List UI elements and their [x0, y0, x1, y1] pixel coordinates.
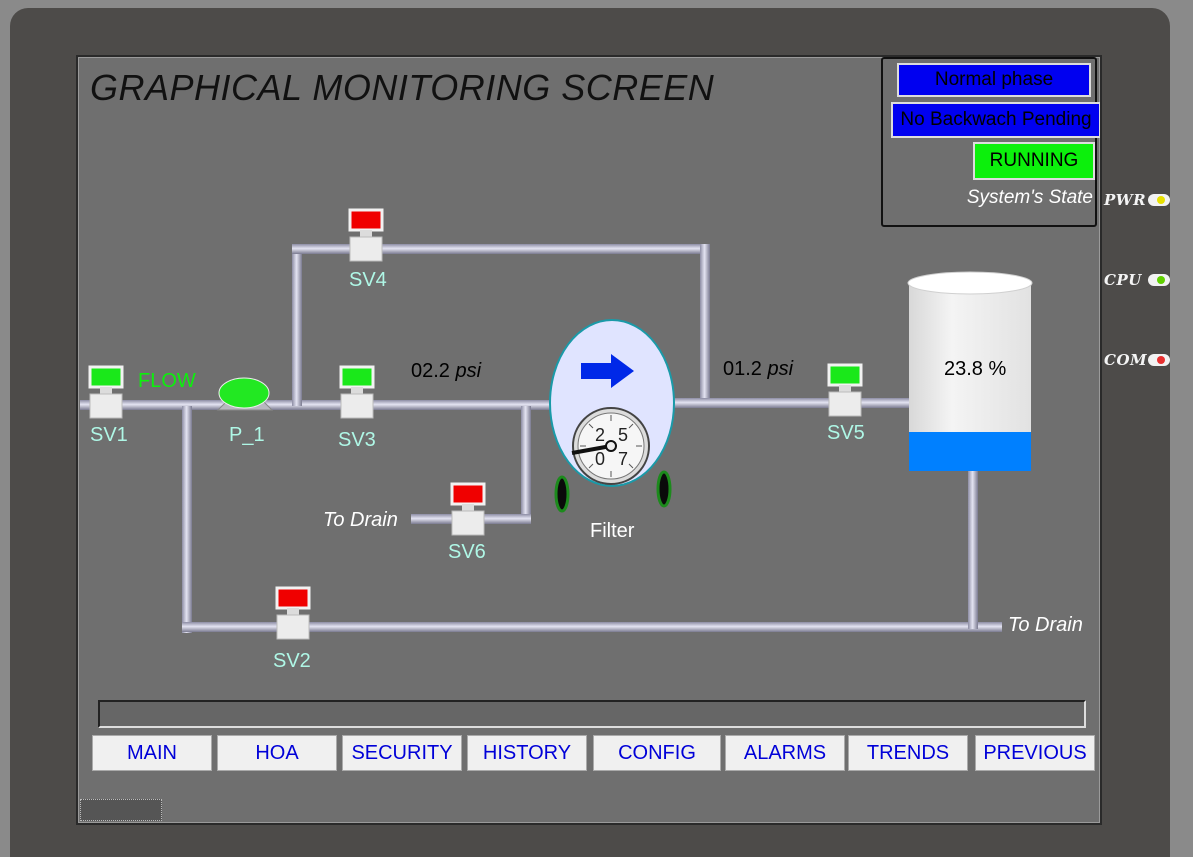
- hmi-screen: GRAPHICAL MONITORING SCREEN Normal phase…: [76, 55, 1102, 825]
- drain-label-sv6: To Drain: [323, 509, 398, 531]
- valve-label-sv6: SV6: [448, 541, 486, 563]
- outlet-pressure-value: 01.2: [723, 358, 762, 380]
- nav-hoa-button[interactable]: HOA: [217, 735, 337, 771]
- pwr-indicator-label: PWR: [1104, 191, 1147, 209]
- valve-sv5[interactable]: [827, 363, 863, 417]
- filter-label: Filter: [590, 520, 635, 542]
- valve-label-sv5: SV5: [827, 422, 865, 444]
- pump-icon[interactable]: [216, 377, 274, 411]
- inlet-pressure-unit: psi: [455, 360, 482, 382]
- tank-level-fill: [909, 432, 1031, 471]
- outlet-pressure-readout: 01.2 psi: [723, 358, 793, 381]
- valve-sv2[interactable]: [275, 586, 311, 640]
- nav-config-button[interactable]: CONFIG: [593, 735, 721, 771]
- pipe-main-inlet: [80, 400, 550, 410]
- nav-security-button[interactable]: SECURITY: [342, 735, 462, 771]
- inlet-pressure-readout: 02.2 psi: [411, 360, 481, 383]
- valve-label-sv3: SV3: [338, 429, 376, 451]
- drain-label-tank: To Drain: [1008, 614, 1083, 636]
- tank-level-readout: 23.8 %: [944, 358, 1006, 381]
- nav-previous-button[interactable]: PREVIOUS: [975, 735, 1095, 771]
- filter-vessel[interactable]: [549, 319, 675, 513]
- valve-label-sv4: SV4: [349, 269, 387, 291]
- nav-trends-button[interactable]: TRENDS: [848, 735, 968, 771]
- pipe-tank-outlet: [968, 469, 978, 629]
- cpu-led-icon: [1148, 274, 1170, 286]
- valve-sv3[interactable]: [339, 365, 375, 419]
- com-led-icon: [1148, 354, 1170, 366]
- com-indicator-label: COM: [1104, 351, 1148, 369]
- pipe-drain-riser: [521, 406, 531, 524]
- nav-history-button[interactable]: HISTORY: [467, 735, 587, 771]
- pwr-led-icon: [1148, 194, 1170, 206]
- gauge-tick-label: 7: [618, 449, 628, 469]
- gauge-tick-label: 0: [595, 449, 605, 469]
- flow-label: FLOW: [138, 370, 196, 392]
- nav-alarms-button[interactable]: ALARMS: [725, 735, 845, 771]
- pipe-lower-riser: [182, 406, 192, 633]
- nav-main-button[interactable]: MAIN: [92, 735, 212, 771]
- status-progress-bar: [98, 700, 1086, 728]
- pressure-gauge-icon: [571, 407, 650, 485]
- gauge-tick-label: 2: [595, 425, 605, 445]
- tank-level-value: 23.8: [944, 358, 983, 380]
- valve-sv1[interactable]: [88, 365, 124, 419]
- pipe-filter-outlet: [670, 398, 912, 408]
- pipe-bypass-riser: [292, 244, 302, 406]
- corner-hotspot-button[interactable]: [80, 799, 162, 821]
- valve-label-sv1: SV1: [90, 424, 128, 446]
- valve-sv4[interactable]: [348, 208, 384, 262]
- gauge-tick-label: 5: [618, 425, 628, 445]
- pipe-bypass-return: [700, 244, 710, 404]
- valve-sv6[interactable]: [450, 482, 486, 536]
- inlet-pressure-value: 02.2: [411, 360, 450, 382]
- pump-label: P_1: [229, 424, 265, 446]
- valve-label-sv2: SV2: [273, 650, 311, 672]
- cpu-indicator-label: CPU: [1104, 271, 1142, 289]
- outlet-pressure-unit: psi: [767, 358, 794, 380]
- tank-level-unit: %: [988, 358, 1007, 380]
